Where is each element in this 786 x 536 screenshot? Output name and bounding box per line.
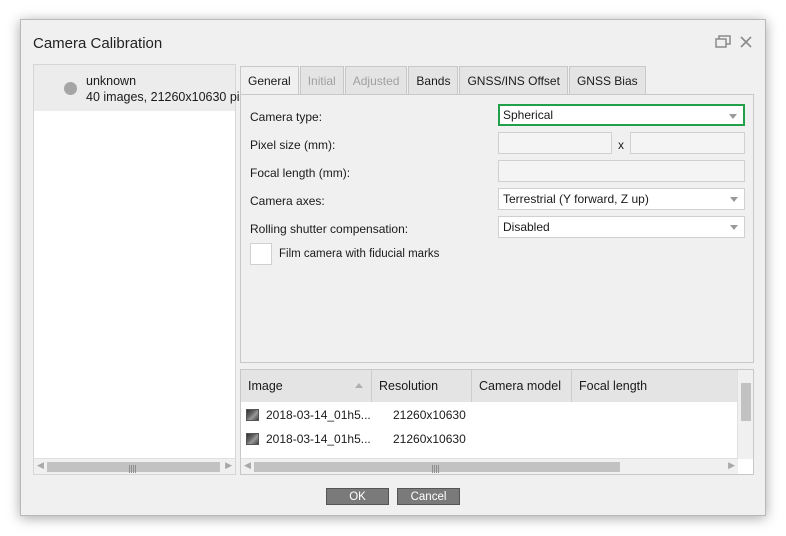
pixel-size-y-field[interactable] bbox=[630, 132, 745, 154]
pixel-size-x-field[interactable] bbox=[498, 132, 612, 154]
general-panel: Camera type: Spherical Pixel size (mm): … bbox=[240, 94, 754, 363]
scrollbar-thumb[interactable] bbox=[47, 462, 220, 473]
image-thumbnail-icon bbox=[246, 433, 259, 445]
image-thumbnail-icon bbox=[246, 409, 259, 421]
ok-button[interactable]: OK bbox=[326, 488, 389, 505]
camera-status-icon bbox=[64, 82, 77, 95]
rolling-shutter-value: Disabled bbox=[503, 220, 550, 234]
focal-length-field[interactable] bbox=[498, 160, 745, 182]
tab-initial[interactable]: Initial bbox=[299, 66, 344, 94]
camera-axes-select[interactable]: Terrestrial (Y forward, Z up) bbox=[498, 188, 745, 210]
scroll-right-icon[interactable]: ▶ bbox=[225, 460, 232, 471]
chevron-down-icon bbox=[729, 114, 737, 119]
tab-gnss-ins-offset[interactable]: GNSS/INS Offset bbox=[459, 66, 568, 94]
film-camera-label: Film camera with fiducial marks bbox=[279, 248, 440, 260]
sort-ascending-icon bbox=[355, 383, 363, 388]
camera-type-select[interactable]: Spherical bbox=[498, 104, 745, 126]
pixel-size-label: Pixel size (mm): bbox=[250, 138, 336, 152]
camera-type-value: Spherical bbox=[503, 108, 554, 122]
resolution-cell: 21260x10630 bbox=[393, 432, 466, 446]
camera-calibration-dialog: Camera Calibration unknown 40 images, 21… bbox=[20, 19, 766, 516]
tab-adjusted[interactable]: Adjusted bbox=[344, 66, 408, 94]
tab-bands[interactable]: Bands bbox=[408, 66, 459, 94]
column-header-camera-model[interactable]: Camera model bbox=[472, 370, 572, 402]
table-row[interactable]: 2018-03-14_01h5... 21260x10630 bbox=[241, 427, 738, 451]
tab-gnss-bias[interactable]: GNSS Bias bbox=[568, 66, 646, 94]
camera-name: unknown bbox=[86, 74, 137, 88]
table-header: Image Resolution Camera model Focal leng… bbox=[241, 370, 738, 402]
dialog-title: Camera Calibration bbox=[33, 35, 163, 52]
camera-list-horizontal-scrollbar[interactable]: ◀ ▶ bbox=[34, 458, 235, 474]
tab-general[interactable]: General bbox=[240, 66, 299, 95]
camera-axes-value: Terrestrial (Y forward, Z up) bbox=[503, 192, 649, 206]
table-horizontal-scrollbar[interactable]: ◀ ▶ bbox=[241, 458, 738, 474]
rolling-shutter-select[interactable]: Disabled bbox=[498, 216, 745, 238]
image-name-cell: 2018-03-14_01h5... bbox=[266, 408, 371, 422]
cancel-button[interactable]: Cancel bbox=[397, 488, 460, 505]
scrollbar-thumb[interactable] bbox=[254, 462, 620, 473]
column-header-focal-length[interactable]: Focal length bbox=[572, 370, 738, 402]
focal-length-label: Focal length (mm): bbox=[250, 166, 351, 180]
camera-list-item[interactable]: unknown 40 images, 21260x10630 pix bbox=[34, 65, 246, 111]
camera-type-label: Camera type: bbox=[250, 110, 323, 124]
chevron-down-icon bbox=[730, 197, 738, 202]
scroll-right-icon[interactable]: ▶ bbox=[728, 460, 735, 471]
table-row[interactable]: 2018-03-14_01h5... 21260x10630 bbox=[241, 403, 738, 427]
film-camera-checkbox[interactable] bbox=[250, 243, 272, 265]
scroll-left-icon[interactable]: ◀ bbox=[37, 460, 44, 471]
camera-info: 40 images, 21260x10630 pix bbox=[86, 90, 246, 104]
resolution-cell: 21260x10630 bbox=[393, 408, 466, 422]
table-vertical-scrollbar[interactable] bbox=[737, 370, 753, 459]
scroll-left-icon[interactable]: ◀ bbox=[244, 460, 251, 471]
image-table: Image Resolution Camera model Focal leng… bbox=[240, 369, 754, 475]
pixel-size-separator: x bbox=[618, 138, 624, 152]
image-name-cell: 2018-03-14_01h5... bbox=[266, 432, 371, 446]
camera-list[interactable]: unknown 40 images, 21260x10630 pix ◀ ▶ bbox=[33, 64, 246, 475]
chevron-down-icon bbox=[730, 225, 738, 230]
camera-axes-label: Camera axes: bbox=[250, 194, 325, 208]
close-icon[interactable] bbox=[736, 32, 756, 52]
rolling-shutter-label: Rolling shutter compensation: bbox=[250, 222, 409, 236]
column-header-resolution[interactable]: Resolution bbox=[372, 370, 472, 402]
scrollbar-thumb[interactable] bbox=[741, 383, 751, 421]
tab-bar: General Initial Adjusted Bands GNSS/INS … bbox=[240, 66, 647, 95]
column-header-image[interactable]: Image bbox=[241, 370, 372, 402]
restore-icon[interactable] bbox=[713, 32, 733, 52]
